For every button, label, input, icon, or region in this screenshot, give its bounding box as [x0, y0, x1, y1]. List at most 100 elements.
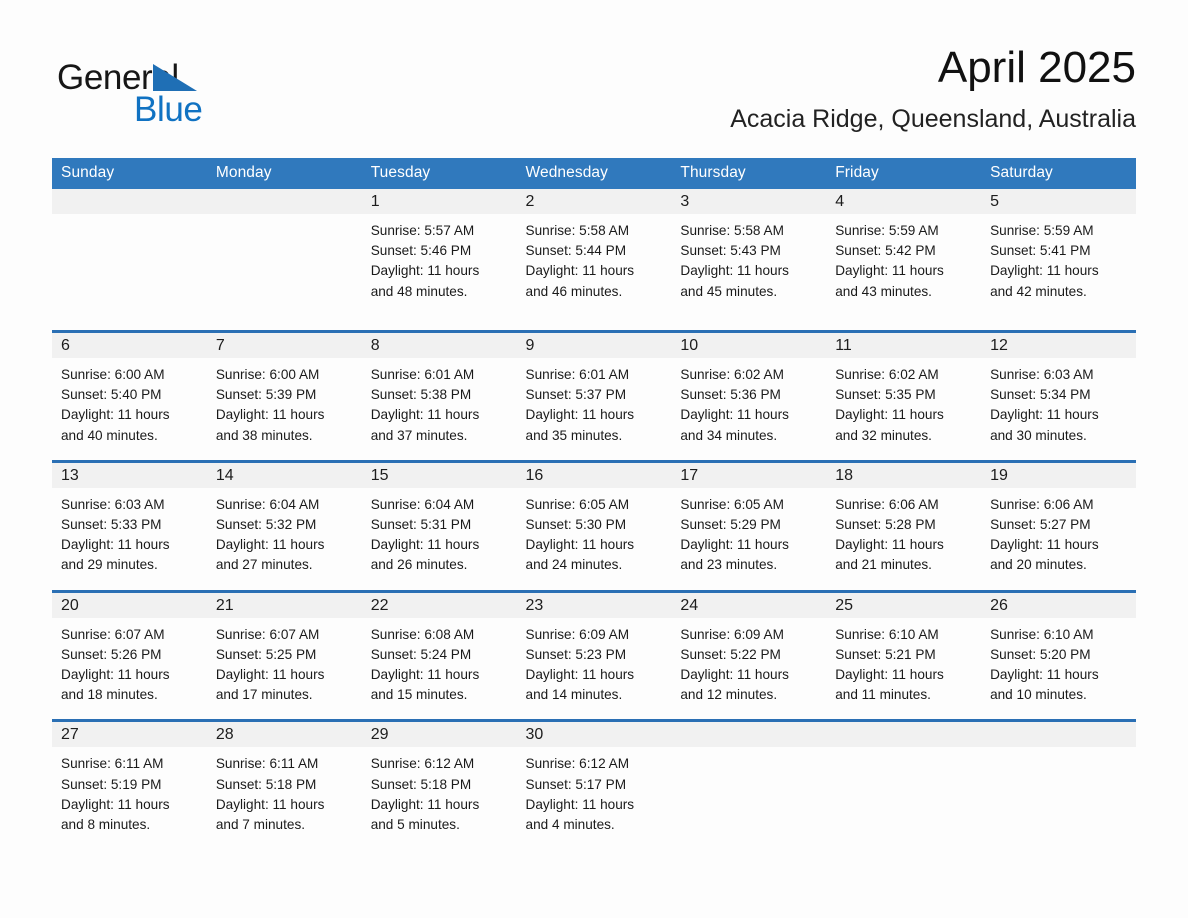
daylight-text-line1: Daylight: 11 hours	[215, 407, 325, 423]
daylight-text-line2: and 29 minutes.	[61, 557, 158, 573]
day-details: Sunrise: 5:58 AM Sunset: 5:44 PM Daylight:…	[517, 214, 672, 316]
sunrise-text: Sunrise: 6:11 AM	[215, 756, 319, 772]
calendar-day-cell[interactable]: 21 Sunrise: 6:07 AM Sunset: 5:25 PM Dayligh…	[206, 589, 362, 721]
daylight-text-line2: and 45 minutes.	[680, 283, 778, 299]
sunrise-text: Sunrise: 6:10 AM	[990, 626, 1094, 642]
calendar-day-cell[interactable]: 9 Sunrise: 6:01 AM Sunset: 5:37 PM Daylight…	[516, 330, 672, 462]
daylight-text-line1: Daylight: 11 hours	[680, 407, 789, 423]
day-number: 9	[516, 333, 672, 358]
daylight-text-line1: Daylight: 11 hours	[370, 263, 480, 279]
sunrise-text: Sunrise: 6:02 AM	[835, 367, 939, 382]
daylight-text-line2: and 27 minutes.	[215, 557, 313, 573]
sunrise-text: Sunrise: 6:12 AM	[525, 756, 630, 772]
daylight-text-line1: Daylight: 11 hours	[61, 667, 170, 683]
calendar-week-row: 1 Sunrise: 5:57 AM Sunset: 5:46 PM Daylight…	[52, 189, 1136, 332]
location-subtitle: Acacia Ridge, Queensland, Australia	[730, 105, 1136, 133]
sunrise-text: Sunrise: 5:57 AM	[370, 223, 475, 238]
calendar-day-cell[interactable]: 18 Sunrise: 6:06 AM Sunset: 5:28 PM Dayligh…	[826, 459, 982, 592]
calendar-day-cell-empty	[981, 719, 1136, 864]
day-number: 21	[206, 592, 362, 618]
daylight-text-line2: and 32 minutes.	[835, 427, 932, 443]
calendar-day-cell[interactable]: 2 Sunrise: 5:58 AM Sunset: 5:44 PM Daylight…	[516, 189, 672, 332]
day-details: Sunrise: 6:02 AM Sunset: 5:36 PM Daylight:…	[671, 358, 826, 460]
calendar-day-cell[interactable]: 27 Sunrise: 6:11 AM Sunset: 5:19 PM Dayligh…	[52, 719, 207, 864]
calendar-day-cell[interactable]: 19 Sunrise: 6:06 AM Sunset: 5:27 PM Dayligh…	[981, 459, 1136, 592]
calendar-day-cell[interactable]: 10 Sunrise: 6:02 AM Sunset: 5:36 PM Dayligh…	[671, 330, 827, 462]
day-number: 4	[826, 189, 982, 214]
day-details: Sunrise: 6:01 AM Sunset: 5:38 PM Daylight:…	[362, 358, 517, 460]
calendar-day-cell[interactable]: 26 Sunrise: 6:10 AM Sunset: 5:20 PM Dayligh…	[981, 589, 1136, 721]
day-number	[206, 189, 362, 214]
calendar-day-cell[interactable]: 20 Sunrise: 6:07 AM Sunset: 5:26 PM Dayligh…	[52, 589, 207, 721]
calendar-day-cell[interactable]: 23 Sunrise: 6:09 AM Sunset: 5:23 PM Dayligh…	[516, 589, 672, 721]
calendar-day-cell[interactable]: 6 Sunrise: 6:00 AM Sunset: 5:40 PM Daylight…	[52, 330, 207, 462]
day-number: 1	[361, 189, 517, 214]
sunrise-sunset-calendar: Sunday Monday Tuesday Wednesday Thursday…	[52, 158, 1136, 864]
daylight-text-line2: and 17 minutes.	[215, 687, 313, 703]
sunset-text: Sunset: 5:18 PM	[215, 776, 317, 792]
daylight-text-line2: and 21 minutes.	[835, 557, 932, 573]
sunset-text: Sunset: 5:33 PM	[61, 517, 162, 533]
calendar-day-cell[interactable]: 17 Sunrise: 6:05 AM Sunset: 5:29 PM Dayligh…	[671, 459, 827, 592]
daylight-text-line1: Daylight: 11 hours	[370, 537, 480, 553]
sunset-text: Sunset: 5:30 PM	[525, 517, 627, 533]
calendar-day-cell[interactable]: 7 Sunrise: 6:00 AM Sunset: 5:39 PM Daylight…	[206, 330, 362, 462]
sunset-text: Sunset: 5:40 PM	[61, 387, 162, 403]
sunset-text: Sunset: 5:42 PM	[835, 243, 936, 259]
sunset-text: Sunset: 5:28 PM	[835, 517, 936, 533]
daylight-text-line2: and 24 minutes.	[525, 557, 623, 573]
calendar-day-cell[interactable]: 29 Sunrise: 6:12 AM Sunset: 5:18 PM Dayligh…	[361, 719, 517, 864]
calendar-day-cell[interactable]: 24 Sunrise: 6:09 AM Sunset: 5:22 PM Dayligh…	[671, 589, 827, 721]
day-details: Sunrise: 5:59 AM Sunset: 5:41 PM Daylight:…	[981, 214, 1136, 316]
calendar-day-cell[interactable]: 13 Sunrise: 6:03 AM Sunset: 5:33 PM Dayligh…	[52, 459, 207, 592]
day-number: 5	[981, 189, 1136, 214]
sunset-text: Sunset: 5:19 PM	[61, 776, 162, 792]
sunrise-text: Sunrise: 6:07 AM	[61, 626, 165, 642]
calendar-day-cell[interactable]: 8 Sunrise: 6:01 AM Sunset: 5:38 PM Daylight…	[361, 330, 517, 462]
daylight-text-line2: and 18 minutes.	[61, 687, 158, 703]
calendar-day-cell[interactable]: 28 Sunrise: 6:11 AM Sunset: 5:18 PM Dayligh…	[206, 719, 362, 864]
calendar-day-cell[interactable]: 3 Sunrise: 5:58 AM Sunset: 5:43 PM Daylight…	[671, 189, 827, 332]
day-details: Sunrise: 6:11 AM Sunset: 5:18 PM Daylight:…	[207, 747, 362, 849]
sunrise-text: Sunrise: 6:02 AM	[680, 367, 784, 382]
day-number: 30	[516, 722, 672, 748]
calendar-day-cell[interactable]: 4 Sunrise: 5:59 AM Sunset: 5:42 PM Daylight…	[826, 189, 982, 332]
sunrise-text: Sunrise: 5:58 AM	[525, 223, 630, 238]
calendar-day-cell[interactable]: 15 Sunrise: 6:04 AM Sunset: 5:31 PM Dayligh…	[361, 459, 517, 592]
sunset-text: Sunset: 5:26 PM	[61, 646, 162, 662]
day-details: Sunrise: 6:07 AM Sunset: 5:26 PM Daylight:…	[52, 618, 207, 720]
calendar-day-cell[interactable]: 30 Sunrise: 6:12 AM Sunset: 5:17 PM Dayligh…	[516, 719, 672, 864]
sunset-text: Sunset: 5:41 PM	[990, 243, 1091, 259]
daylight-text-line1: Daylight: 11 hours	[835, 407, 944, 423]
day-details	[826, 747, 981, 863]
calendar-day-cell[interactable]: 5 Sunrise: 5:59 AM Sunset: 5:41 PM Daylight…	[981, 189, 1136, 332]
day-number: 19	[981, 462, 1136, 488]
day-number: 8	[361, 333, 517, 358]
calendar-day-cell[interactable]: 25 Sunrise: 6:10 AM Sunset: 5:21 PM Dayligh…	[826, 589, 982, 721]
daylight-text-line1: Daylight: 11 hours	[680, 263, 789, 279]
daylight-text-line2: and 34 minutes.	[680, 427, 778, 443]
day-number: 15	[361, 462, 517, 488]
daylight-text-line1: Daylight: 11 hours	[990, 407, 1099, 423]
daylight-text-line2: and 48 minutes.	[370, 283, 468, 299]
day-number: 3	[671, 189, 827, 214]
daylight-text-line1: Daylight: 11 hours	[370, 796, 480, 812]
day-number: 11	[826, 333, 982, 358]
sunrise-text: Sunrise: 6:08 AM	[370, 626, 475, 642]
calendar-day-cell[interactable]: 22 Sunrise: 6:08 AM Sunset: 5:24 PM Dayligh…	[361, 589, 517, 721]
day-details: Sunrise: 6:03 AM Sunset: 5:34 PM Daylight:…	[981, 358, 1136, 460]
calendar-day-cell[interactable]: 1 Sunrise: 5:57 AM Sunset: 5:46 PM Daylight…	[361, 189, 517, 332]
sunrise-text: Sunrise: 6:09 AM	[680, 626, 784, 642]
calendar-week-row: 20 Sunrise: 6:07 AM Sunset: 5:26 PM Dayligh…	[52, 589, 1136, 721]
day-number	[981, 722, 1136, 748]
sunset-text: Sunset: 5:44 PM	[525, 243, 627, 259]
sunrise-text: Sunrise: 6:06 AM	[990, 496, 1094, 512]
day-number	[52, 189, 207, 214]
calendar-day-cell[interactable]: 16 Sunrise: 6:05 AM Sunset: 5:30 PM Dayligh…	[516, 459, 672, 592]
calendar-day-cell[interactable]: 14 Sunrise: 6:04 AM Sunset: 5:32 PM Dayligh…	[206, 459, 362, 592]
calendar-day-cell[interactable]: 12 Sunrise: 6:03 AM Sunset: 5:34 PM Dayligh…	[981, 330, 1136, 462]
day-number: 26	[981, 592, 1136, 618]
sunset-text: Sunset: 5:27 PM	[990, 517, 1091, 533]
sunrise-text: Sunrise: 6:03 AM	[61, 496, 165, 512]
calendar-day-cell[interactable]: 11 Sunrise: 6:02 AM Sunset: 5:35 PM Dayligh…	[826, 330, 982, 462]
